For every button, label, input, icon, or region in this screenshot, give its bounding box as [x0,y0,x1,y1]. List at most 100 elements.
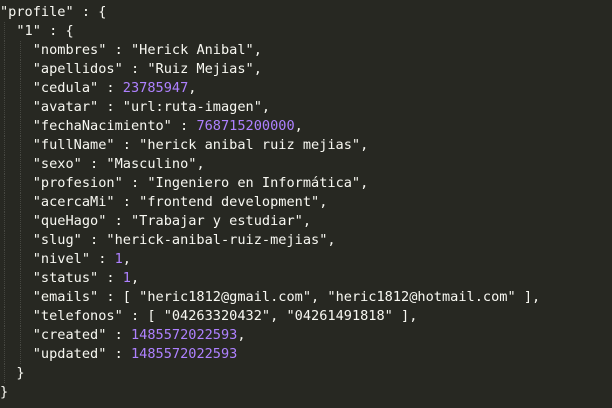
string-token: "Ruiz Mejias" [147,61,254,77]
punctuation-token: , [294,118,303,134]
key-token: "1" [0,23,41,39]
indent-guide [20,269,22,288]
key-token: "sexo" [0,156,82,172]
key-token: "telefonos" [0,308,123,324]
indent-guide [20,79,22,98]
code-line[interactable]: "created" : 1485572022593, [0,326,612,345]
indent-guide [20,250,22,269]
indent-guide [20,60,22,79]
punctuation-token: , [327,232,336,248]
key-token: "created" [0,327,107,343]
punctuation-token: , [302,213,312,229]
indent-guide [4,79,6,98]
indent-guide [4,345,6,364]
punctuation-token: : [81,232,107,248]
indent-guide [20,345,22,364]
code-line[interactable]: } [0,383,612,402]
indent-guide [20,117,22,136]
code-line[interactable]: "telefonos" : [ "04263320432", "04261491… [0,307,612,326]
punctuation-token: , [253,42,262,58]
punctuation-token: : [106,327,131,343]
code-line[interactable]: } [0,364,612,383]
indent-guide [20,136,22,155]
string-token: "Masculino" [106,156,197,172]
indent-guide [4,212,6,231]
code-line[interactable]: "profesion" : "Ingeniero en Informática"… [0,174,612,193]
code-line[interactable]: "nivel" : 1, [0,250,612,269]
indent-guide [4,174,6,193]
indent-guide [4,326,6,345]
number-token: 1 [114,251,123,267]
indent-guide [4,155,6,174]
punctuation-token: , [237,327,246,343]
punctuation-token: ], [392,308,418,324]
indent-guide [4,364,6,383]
punctuation-token: : [98,270,123,286]
punctuation-token: : { [40,23,74,39]
number-token: 1485572022593 [130,327,238,343]
punctuation-token: , [196,156,205,172]
code-line[interactable]: "fechaNacimiento" : 768715200000, [0,117,612,136]
punctuation-token: , [253,61,262,77]
indent-guide [4,41,6,60]
code-line[interactable]: "updated" : 1485572022593 [0,345,612,364]
key-token: "avatar" [0,99,99,115]
key-token: "acercaMi" [0,194,115,210]
key-token: "cedula" [0,80,99,96]
punctuation-token: : [171,118,197,134]
indent-guide [20,326,22,345]
code-line[interactable]: "1" : { [0,22,612,41]
punctuation-token: : [106,213,131,229]
indent-guide [4,136,6,155]
code-line[interactable]: "cedula" : 23785947, [0,79,612,98]
number-token: 1 [122,270,131,286]
code-line[interactable]: "emails" : [ "heric1812@gmail.com", "her… [0,288,612,307]
indent-guide [20,155,22,174]
key-token: "emails" [0,289,99,305]
string-token: "Herick Anibal" [130,42,254,58]
punctuation-token: : [ [122,308,164,324]
indent-guide [20,98,22,117]
string-token: "Trabajar y estudiar" [130,213,303,229]
string-token: "frontend development" [139,194,320,210]
key-token: "profile" [0,4,74,20]
string-token: "Ingeniero en Informática" [147,175,361,191]
punctuation-token: , [311,289,328,305]
code-line[interactable]: "fullName" : "herick anibal ruiz mejias"… [0,136,612,155]
key-token: "apellidos" [0,61,123,77]
code-line[interactable]: "profile" : { [0,3,612,22]
code-line[interactable]: "status" : 1, [0,269,612,288]
code-line[interactable]: "sexo" : "Masculino", [0,155,612,174]
indent-guide [4,269,6,288]
code-line[interactable]: "slug" : "herick-anibal-ruiz-mejias", [0,231,612,250]
key-token: "slug" [0,232,82,248]
code-lines: "profile" : { "1" : { "nombres" : "Heric… [0,3,612,402]
punctuation-token: : [98,80,123,96]
punctuation-token: , [188,80,197,96]
indent-guide [4,307,6,326]
key-token: "status" [0,270,99,286]
punctuation-token: : [106,42,131,58]
code-line[interactable]: "avatar" : "url:ruta-imagen", [0,98,612,117]
indent-guide [4,250,6,269]
punctuation-token: : [122,61,148,77]
code-editor[interactable]: "profile" : { "1" : { "nombres" : "Heric… [0,0,612,408]
code-line[interactable]: "acercaMi" : "frontend development", [0,193,612,212]
string-token: "herick anibal ruiz mejias" [139,137,361,153]
punctuation-token: , [261,99,271,115]
punctuation-token: : [90,251,115,267]
punctuation-token: , [130,270,140,286]
key-token: "profesion" [0,175,123,191]
code-line[interactable]: "apellidos" : "Ruiz Mejias", [0,60,612,79]
indent-guide [4,98,6,117]
string-token: "04263320432" [163,308,271,324]
number-token: 1485572022593 [130,346,238,362]
key-token: "queHago" [0,213,107,229]
punctuation-token: : [122,175,148,191]
code-line[interactable]: "queHago" : "Trabajar y estudiar", [0,212,612,231]
punctuation-token: } [0,384,9,400]
punctuation-token: : [114,194,140,210]
indent-guide [20,212,22,231]
indent-guide [4,288,6,307]
code-line[interactable]: "nombres" : "Herick Anibal", [0,41,612,60]
